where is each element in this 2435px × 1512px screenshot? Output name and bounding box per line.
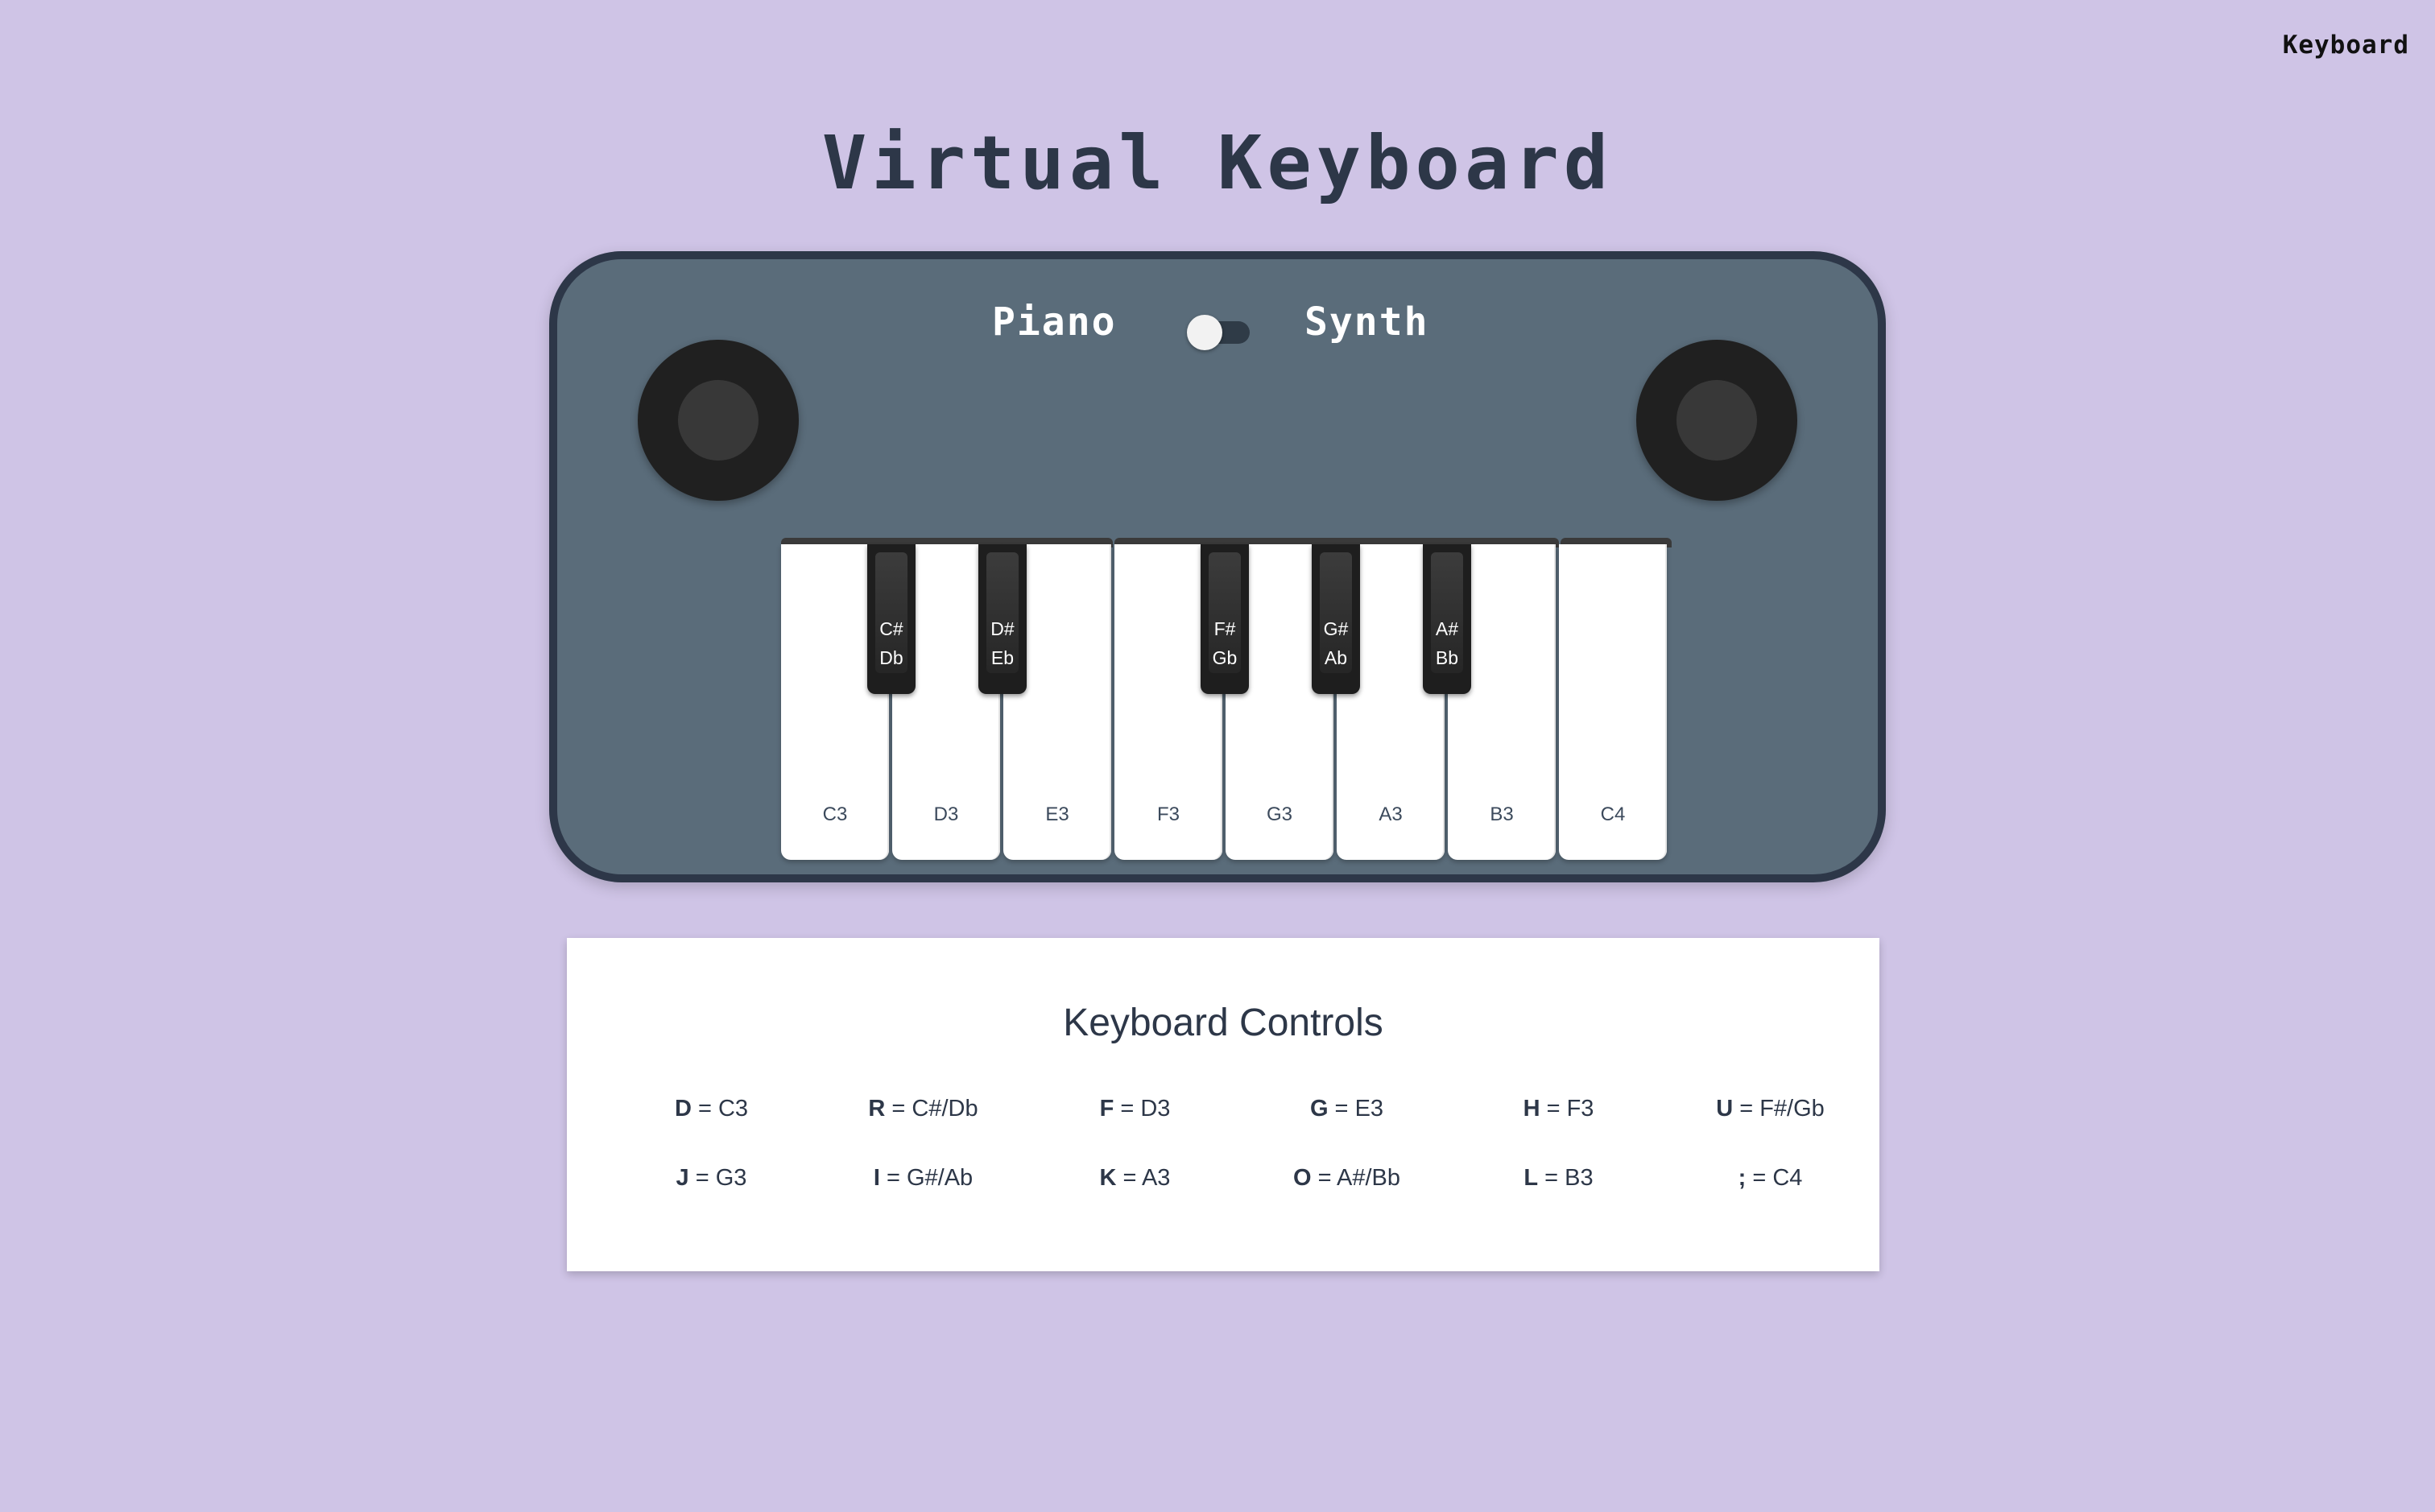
control-item: D = C3 — [674, 1096, 749, 1122]
control-key: H — [1523, 1096, 1540, 1122]
control-item: I = G#/Ab — [873, 1165, 974, 1191]
black-key-c-sharp[interactable]: C# Db — [867, 544, 916, 694]
mode-switch[interactable] — [1187, 315, 1250, 350]
controls-grid: D = C3 R = C#/Db F = D3 G = E3 H = F3 U … — [606, 1096, 1876, 1234]
black-key-a-sharp[interactable]: A# Bb — [1423, 544, 1471, 694]
white-key-label: B3 — [1490, 804, 1514, 825]
keyboard-controls-panel: Keyboard Controls D = C3 R = C#/Db F = D… — [567, 938, 1879, 1271]
control-note: F#/Gb — [1759, 1096, 1825, 1122]
control-key: I — [873, 1165, 880, 1191]
right-speaker-cone — [1676, 380, 1757, 461]
left-speaker-cone — [678, 380, 759, 461]
control-key: U — [1716, 1096, 1734, 1122]
white-key-c4[interactable]: C4 — [1559, 544, 1667, 860]
black-key-flat-label: Ab — [1324, 647, 1348, 668]
control-note: C#/Db — [912, 1096, 978, 1122]
control-note: C4 — [1772, 1165, 1803, 1191]
control-item: K = A3 — [1099, 1165, 1171, 1191]
black-key-sharp-label: F# — [1213, 618, 1236, 639]
black-key-sharp-label: A# — [1435, 618, 1459, 639]
control-item: U = F#/Gb — [1716, 1096, 1825, 1122]
control-note: F3 — [1566, 1096, 1594, 1122]
control-item: L = B3 — [1523, 1165, 1594, 1191]
black-key-flat-label: Bb — [1435, 647, 1459, 668]
control-key: G — [1309, 1096, 1329, 1122]
black-key-flat-label: Db — [879, 647, 903, 668]
control-key: L — [1523, 1165, 1539, 1191]
control-key: R — [868, 1096, 886, 1122]
black-key-flat-label: Gb — [1212, 647, 1238, 668]
white-key-label: D3 — [933, 804, 959, 825]
control-item: G = E3 — [1309, 1096, 1384, 1122]
control-item: F = D3 — [1099, 1096, 1171, 1122]
white-key-label: F3 — [1156, 804, 1180, 825]
mode-label-piano: Piano — [992, 300, 1117, 345]
black-key-sharp-label: G# — [1323, 618, 1349, 639]
page-title: Virtual Keyboard — [821, 120, 1614, 206]
piano-keys: C3 D3 E3 F3 G3 A3 B3 C4 C# Db D# Eb F# G… — [781, 538, 1672, 861]
nav-link-keyboard[interactable]: Keyboard — [2283, 31, 2409, 60]
black-key-flat-label: Eb — [990, 647, 1015, 668]
control-item: H = F3 — [1523, 1096, 1594, 1122]
control-note: A#/Bb — [1337, 1165, 1400, 1191]
left-speaker-icon — [638, 340, 799, 501]
control-item: J = G3 — [676, 1165, 747, 1191]
black-key-sharp-label: D# — [990, 618, 1015, 639]
controls-title: Keyboard Controls — [1063, 1002, 1383, 1044]
control-key: K — [1099, 1165, 1117, 1191]
black-key-d-sharp[interactable]: D# Eb — [978, 544, 1027, 694]
control-note: B3 — [1565, 1165, 1594, 1191]
white-key-label: E3 — [1045, 804, 1069, 825]
control-note: G3 — [715, 1165, 747, 1191]
mode-label-synth: Synth — [1304, 300, 1429, 345]
control-key: F — [1099, 1096, 1114, 1122]
white-key-label: G3 — [1266, 804, 1292, 825]
keyboard-body: Piano Synth C3 D3 E3 F3 G3 A3 B3 C4 C# D… — [549, 251, 1886, 882]
control-item: ; = C4 — [1738, 1165, 1803, 1191]
right-speaker-icon — [1636, 340, 1797, 501]
control-note: D3 — [1140, 1096, 1171, 1122]
black-key-f-sharp[interactable]: F# Gb — [1201, 544, 1249, 694]
control-item: R = C#/Db — [868, 1096, 978, 1122]
white-key-label: C3 — [822, 804, 848, 825]
white-key-label: A3 — [1379, 804, 1403, 825]
mode-switch-knob[interactable] — [1187, 315, 1222, 350]
control-key: D — [674, 1096, 692, 1122]
control-note: G#/Ab — [906, 1165, 974, 1191]
black-key-sharp-label: C# — [879, 618, 903, 639]
control-key: O — [1292, 1165, 1312, 1191]
control-key: J — [676, 1165, 689, 1191]
control-item: O = A#/Bb — [1292, 1165, 1400, 1191]
control-note: C3 — [717, 1096, 749, 1122]
control-note: A3 — [1141, 1165, 1171, 1191]
control-key: ; — [1738, 1165, 1747, 1191]
white-key-label: C4 — [1600, 804, 1626, 825]
black-key-g-sharp[interactable]: G# Ab — [1312, 544, 1360, 694]
control-note: E3 — [1354, 1096, 1384, 1122]
